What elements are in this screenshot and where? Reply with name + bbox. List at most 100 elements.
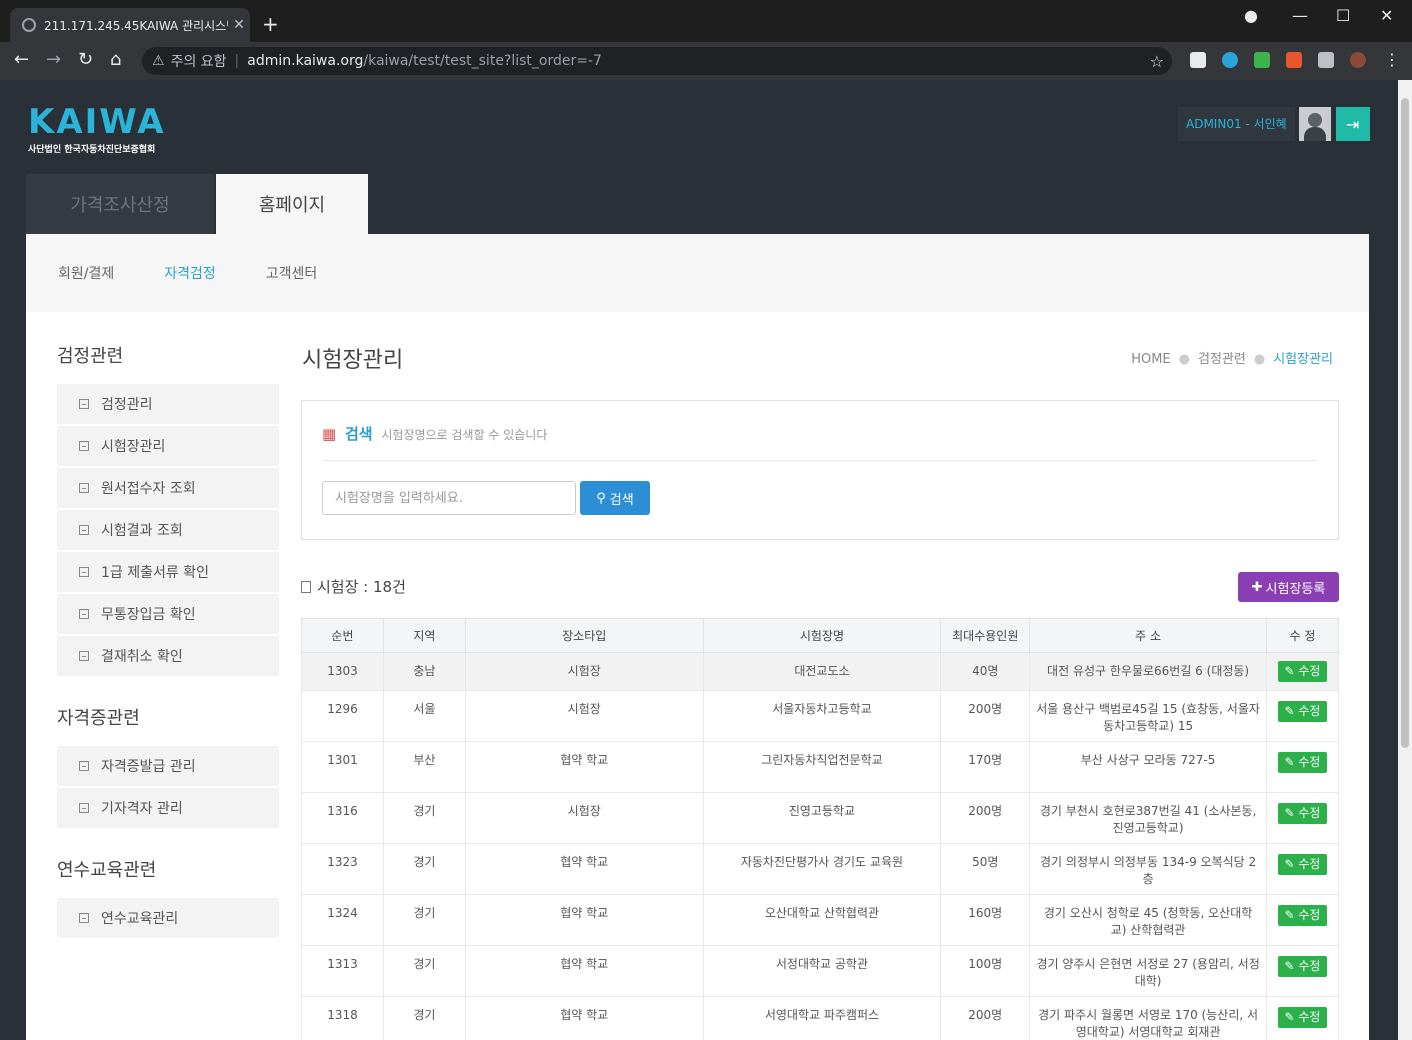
pencil-icon: ✎: [1284, 1010, 1299, 1024]
profile-menu-icon[interactable]: ●: [1244, 6, 1258, 25]
subnav-certification[interactable]: 자격검정: [164, 263, 216, 283]
table-cell: 시험장: [464, 792, 704, 844]
sidebar-item-label: 검정관리: [101, 397, 153, 413]
pencil-icon: ✎: [1284, 959, 1299, 973]
table-cell: 오산대학교 산학협력관: [702, 894, 942, 946]
edit-button[interactable]: ✎ 수정: [1277, 956, 1327, 977]
search-button[interactable]: ⚲ 검색: [580, 481, 650, 515]
warning-icon: ⚠: [152, 53, 165, 69]
close-tab-icon[interactable]: ✕: [228, 17, 250, 33]
edit-button-label: 수정: [1298, 755, 1321, 769]
minus-square-icon: [79, 803, 89, 813]
edit-button[interactable]: ✎ 수정: [1277, 854, 1327, 875]
column-header[interactable]: 장소타입: [464, 618, 704, 653]
logo-text: KAIWA: [28, 102, 166, 142]
table-cell: 대전 유성구 한우물로66번길 6 (대정동): [1029, 652, 1267, 691]
edit-button[interactable]: ✎ 수정: [1277, 905, 1327, 926]
bookmark-star-icon[interactable]: ☆: [1150, 52, 1164, 71]
sidebar-item-label: 1급 제출서류 확인: [101, 565, 209, 581]
column-header[interactable]: 지역: [382, 618, 466, 653]
sidebar-item[interactable]: 결재취소 확인: [57, 636, 279, 676]
edit-button[interactable]: ✎ 수정: [1277, 803, 1327, 824]
tab-homepage[interactable]: 홈페이지: [216, 174, 368, 234]
add-site-button[interactable]: ✚ 시험장등록: [1238, 572, 1339, 602]
minus-square-icon: [79, 651, 89, 661]
scrollbar-thumb[interactable]: [1401, 98, 1409, 748]
sidebar-item[interactable]: 시험결과 조회: [57, 510, 279, 550]
table-row: 1296 서울 시험장 서울자동차고등학교 200명 서울 용산구 백범로45길 15 (…: [301, 690, 1340, 742]
table-row: 1318 경기 협약 학교 서영대학교 파주캠퍼스 200명 경기 파주시 월롱면 서영로…: [301, 996, 1340, 1040]
breadcrumb-item[interactable]: 검정관련: [1198, 352, 1246, 367]
table-cell: 협약 학교: [464, 894, 704, 946]
extension-icon[interactable]: [1254, 52, 1270, 68]
subnav-member-payment[interactable]: 회원/결제: [58, 263, 114, 283]
user-name[interactable]: ADMIN01 - 서인혜: [1178, 107, 1295, 141]
sidebar-item[interactable]: 검정관리: [57, 384, 279, 424]
site-table: 순번 지역 장소타입 시험장명 최대수용인원 주 소 수 정 1303 충남 시험장…: [301, 618, 1340, 1040]
edit-button-label: 수정: [1298, 959, 1321, 973]
table-cell: ✎ 수정: [1265, 843, 1340, 895]
sidebar-item-label: 시험장관리: [101, 439, 166, 455]
column-header[interactable]: 시험장명: [702, 618, 942, 653]
profile-avatar-icon[interactable]: [1350, 52, 1366, 68]
edit-button[interactable]: ✎ 수정: [1277, 752, 1327, 773]
search-input[interactable]: [322, 481, 576, 515]
column-header[interactable]: 최대수용인원: [940, 618, 1031, 653]
sidebar-item[interactable]: 원서접수자 조회: [57, 468, 279, 508]
back-icon[interactable]: ←: [14, 50, 29, 70]
table-cell: ✎ 수정: [1265, 945, 1340, 997]
home-icon[interactable]: ⌂: [110, 50, 121, 70]
table-cell: ✎ 수정: [1265, 690, 1340, 742]
breadcrumb-home[interactable]: HOME: [1131, 352, 1170, 367]
edit-button[interactable]: ✎ 수정: [1277, 661, 1327, 682]
sidebar-item[interactable]: 시험장관리: [57, 426, 279, 466]
column-header[interactable]: 주 소: [1029, 618, 1267, 653]
page-scrollbar[interactable]: [1398, 80, 1412, 1040]
logout-icon[interactable]: ⇥: [1335, 107, 1370, 141]
table-cell: 경기 부천시 호현로387번길 41 (소사본동, 진영고등학교): [1029, 792, 1267, 844]
sidebar-item[interactable]: 1급 제출서류 확인: [57, 552, 279, 592]
table-cell: 서영대학교 파주캠퍼스: [702, 996, 942, 1040]
edit-button[interactable]: ✎ 수정: [1277, 1007, 1327, 1028]
extension-icon[interactable]: [1286, 52, 1302, 68]
table-cell: 협약 학교: [464, 996, 704, 1040]
tab-price-survey[interactable]: 가격조사산정: [26, 174, 214, 234]
extensions-puzzle-icon[interactable]: [1318, 52, 1334, 68]
table-cell: 부산 사상구 모라동 727-5: [1029, 741, 1267, 793]
sidebar-item[interactable]: 연수교육관리: [57, 898, 279, 938]
new-tab-icon[interactable]: +: [262, 12, 279, 36]
close-window-icon[interactable]: ✕: [1380, 6, 1393, 25]
sidebar-item-label: 자격증발급 관리: [101, 759, 196, 775]
sidebar-item[interactable]: 자격증발급 관리: [57, 746, 279, 786]
extension-icon[interactable]: [1222, 52, 1238, 68]
table-row: 1323 경기 협약 학교 자동차진단평가사 경기도 교육원 50명 경기 의정부시 의정…: [301, 843, 1340, 895]
sidebar-item-label: 기자격자 관리: [101, 801, 183, 817]
table-cell: 경기 의정부시 의정부동 134-9 오복식당 2층: [1029, 843, 1267, 895]
table-cell: ✎ 수정: [1265, 894, 1340, 946]
pencil-icon: ✎: [1284, 908, 1299, 922]
browser-tabbar: 211.171.245.45KAIWA 관리시스템 ✕ + ● — ☐ ✕: [0, 0, 1412, 42]
edit-button[interactable]: ✎ 수정: [1277, 701, 1327, 722]
column-header[interactable]: 순번: [301, 618, 384, 653]
edit-button-label: 수정: [1298, 908, 1321, 922]
reload-icon[interactable]: ↻: [78, 50, 93, 70]
forward-icon[interactable]: →: [46, 50, 61, 70]
sidebar: 검정관련 검정관리 시험장관리 원서접수자 조회 시험결과 조회 1급 제출서류…: [57, 312, 279, 940]
sidebar-item[interactable]: 무통장입금 확인: [57, 594, 279, 634]
table-cell: 경기: [382, 792, 466, 844]
extension-icon[interactable]: [1190, 52, 1206, 68]
sidebar-item[interactable]: 기자격자 관리: [57, 788, 279, 828]
address-bar[interactable]: ⚠ 주의 요함 | admin.kaiwa.org/kaiwa/test/tes…: [142, 47, 1172, 75]
minimize-icon[interactable]: —: [1292, 6, 1308, 25]
table-cell: ✎ 수정: [1265, 652, 1340, 691]
table-cell: 경기: [382, 945, 466, 997]
search-icon: ⚲: [596, 490, 606, 506]
maximize-icon[interactable]: ☐: [1336, 6, 1350, 25]
browser-tab[interactable]: 211.171.245.45KAIWA 관리시스템 ✕: [10, 8, 250, 42]
site-logo[interactable]: KAIWA 사단법인 한국자동차진단보증협회: [28, 102, 166, 155]
table-cell: 1303: [301, 652, 384, 691]
subnav-customer-center[interactable]: 고객센터: [266, 263, 318, 283]
table-cell: 1296: [301, 690, 384, 742]
kebab-menu-icon[interactable]: ⋮: [1384, 50, 1400, 70]
sidebar-item-label: 결재취소 확인: [101, 649, 183, 665]
